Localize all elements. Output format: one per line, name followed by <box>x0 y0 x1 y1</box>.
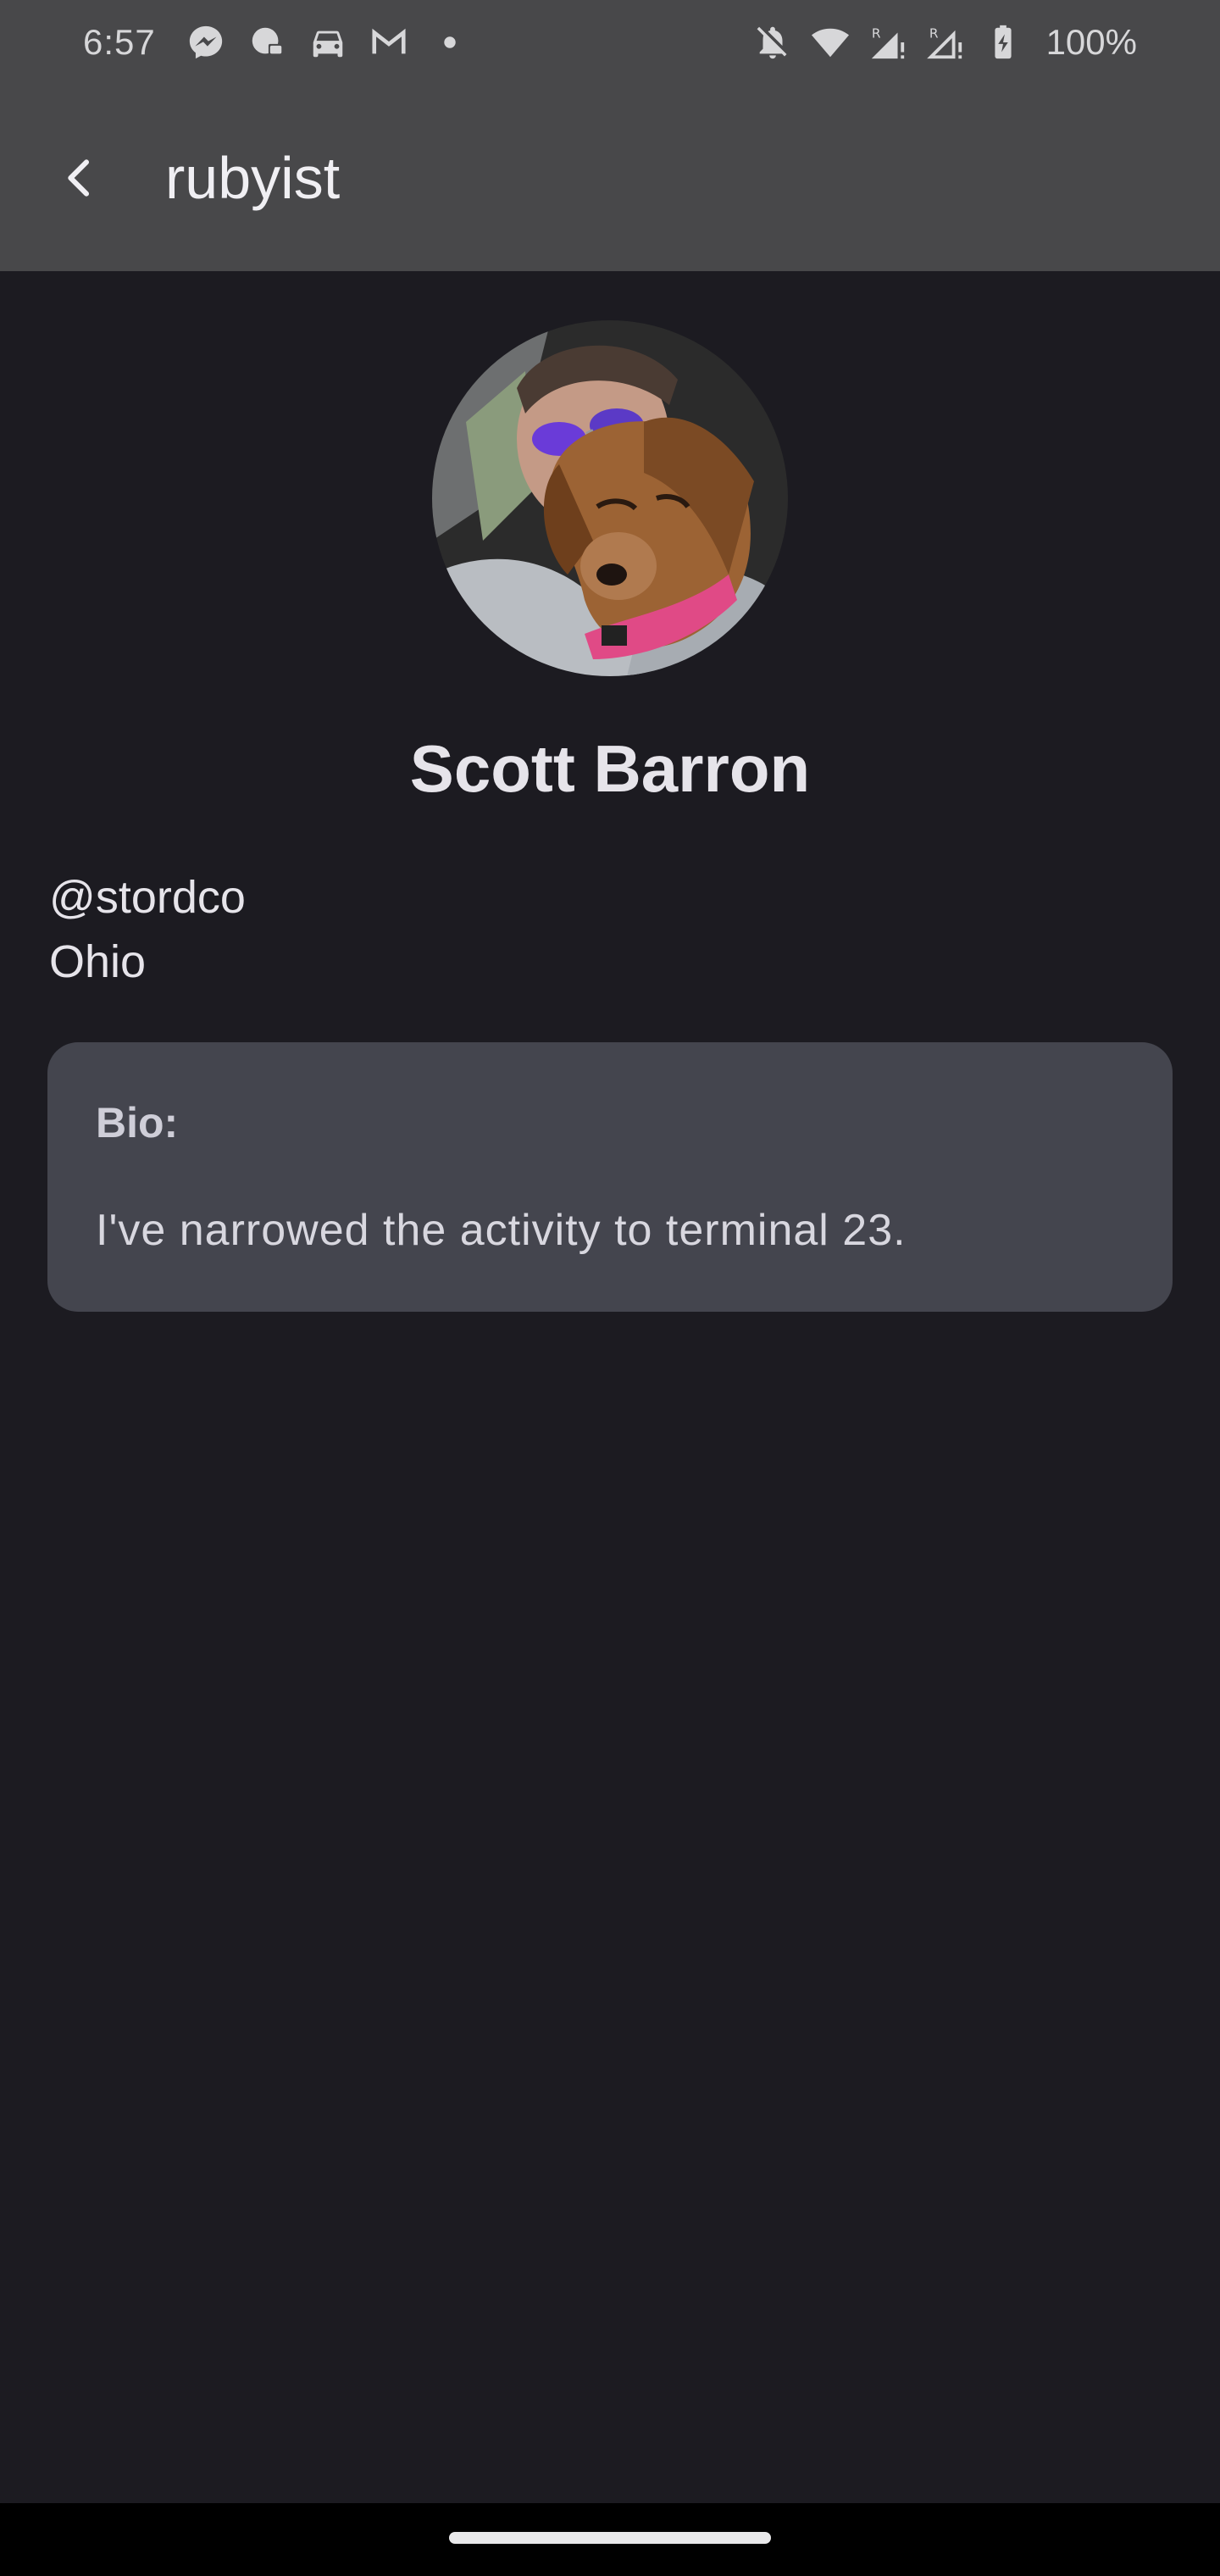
svg-text:R: R <box>929 25 938 41</box>
status-bar: 6:57 R R 100% <box>0 0 1220 85</box>
avatar-photo <box>432 320 788 676</box>
bio-label: Bio: <box>96 1099 179 1146</box>
wifi-icon <box>811 23 850 62</box>
gmail-icon <box>369 23 408 62</box>
back-button[interactable] <box>38 136 123 220</box>
chat-bubble-icon <box>247 23 286 62</box>
signal-r-icon-2: R <box>926 23 965 62</box>
dot-icon <box>430 23 469 62</box>
status-time: 6:57 <box>83 22 156 62</box>
status-right-icons: R R 100% <box>753 22 1137 63</box>
navigation-bar <box>0 2503 1220 2576</box>
avatar <box>432 320 788 676</box>
app-bar: rubyist <box>0 85 1220 271</box>
battery-charging-icon <box>984 23 1023 62</box>
car-icon <box>308 23 347 62</box>
bio-card: Bio: I've narrowed the activity to termi… <box>47 1042 1173 1312</box>
svg-text:R: R <box>871 25 880 41</box>
notifications-off-icon <box>753 23 792 62</box>
battery-percent: 100% <box>1045 22 1137 62</box>
profile-name: Scott Barron <box>409 731 811 806</box>
profile-screen: 6:57 R R 100% rubyist Scott Barron @stor… <box>0 0 1220 2576</box>
profile-location: Ohio <box>49 936 147 987</box>
page-title: rubyist <box>165 145 341 211</box>
signal-r-icon: R <box>868 23 907 62</box>
bio-text: I've narrowed the activity to terminal 2… <box>96 1206 907 1255</box>
home-gesture-handle[interactable] <box>449 2532 771 2544</box>
status-left-icons <box>186 23 469 62</box>
back-arrow-icon <box>68 159 90 197</box>
profile-handle: @stordco <box>49 872 246 923</box>
messenger-icon <box>186 23 225 62</box>
